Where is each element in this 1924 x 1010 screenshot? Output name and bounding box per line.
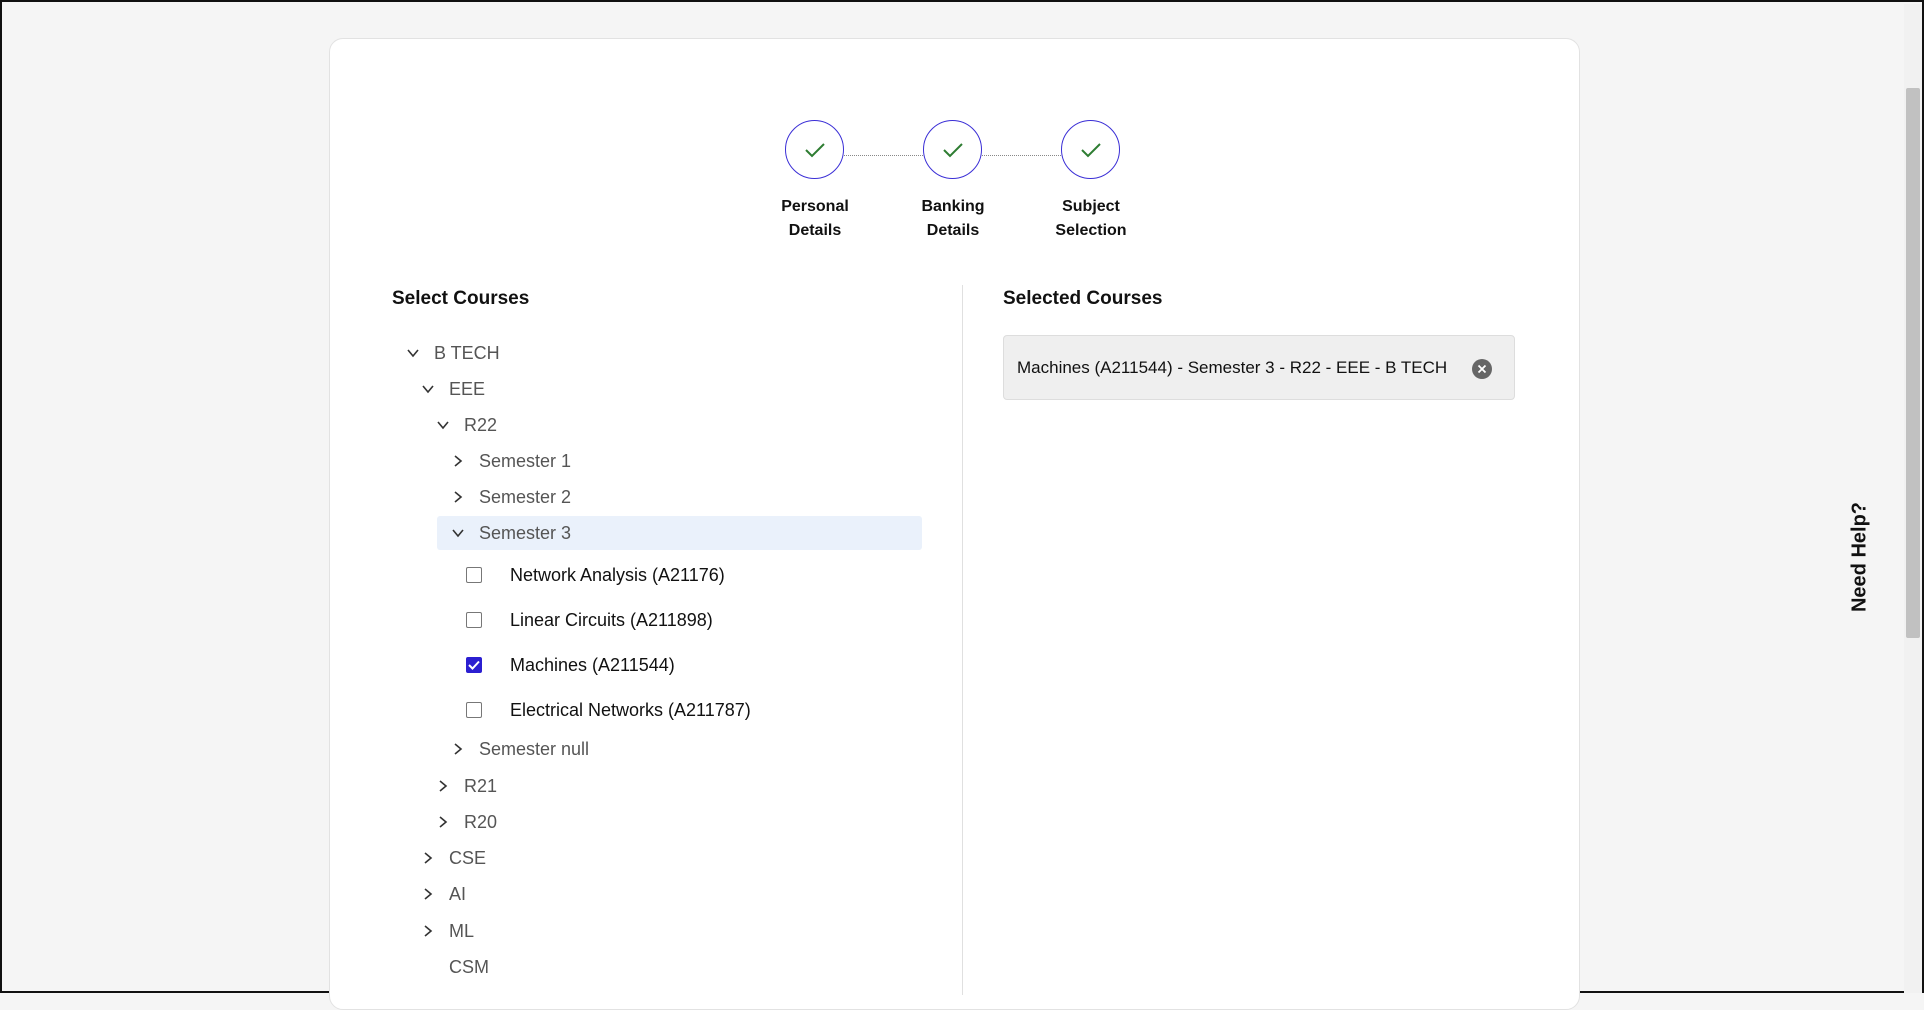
tree-node-label: EEE <box>449 378 486 399</box>
selected-course-chip: Machines (A211544) - Semester 3 - R22 - … <box>1003 335 1515 400</box>
tree-node-label: CSM <box>449 956 489 977</box>
chevron-right-icon[interactable] <box>420 923 436 939</box>
step-label-personal-details: Personal Details <box>781 198 849 239</box>
tree-node-label: CSE <box>449 847 487 868</box>
tree-node-label: R20 <box>464 811 498 832</box>
course-label: Linear Circuits (A211898) <box>510 609 713 630</box>
course-checkbox[interactable] <box>466 702 482 718</box>
check-icon <box>942 142 963 157</box>
tree-node-r22[interactable]: R22 <box>435 408 497 442</box>
chevron-right-icon[interactable] <box>450 741 466 757</box>
chevron-right-icon[interactable] <box>435 814 451 830</box>
course-label: Machines (A211544) <box>510 654 675 675</box>
tree-node-cse[interactable]: CSE <box>420 841 486 875</box>
tree-node-eee[interactable]: EEE <box>420 372 485 406</box>
course-row-network-analysis[interactable]: Network Analysis (A21176) <box>466 558 725 592</box>
tree-node-semester-2[interactable]: Semester 2 <box>450 480 571 514</box>
step-connector <box>982 155 1061 156</box>
tree-node-semester-null[interactable]: Semester null <box>450 732 589 766</box>
step-connector <box>844 155 923 156</box>
tree-node-label: ML <box>449 920 475 941</box>
tree-node-ai[interactable]: AI <box>420 877 466 911</box>
tree-node-semester-3[interactable]: Semester 3 <box>437 516 922 550</box>
step-banking-details-circle <box>923 120 982 179</box>
step-label-banking-details: Banking Details <box>921 198 985 239</box>
select-courses-title: Select Courses <box>392 288 530 309</box>
course-row-linear-circuits[interactable]: Linear Circuits (A211898) <box>466 603 713 637</box>
tree-node-csm[interactable]: CSM <box>449 950 489 984</box>
tree-node-label: Semester null <box>479 738 590 759</box>
tree-node-r20[interactable]: R20 <box>435 805 497 839</box>
check-icon <box>1080 142 1101 157</box>
chevron-down-icon[interactable] <box>435 417 451 433</box>
check-icon <box>804 142 825 157</box>
tree-node-btech[interactable]: B TECH <box>405 336 500 370</box>
course-checkbox[interactable] <box>466 612 482 628</box>
tree-node-label: R22 <box>464 414 498 435</box>
checkmark-icon <box>468 660 480 670</box>
step-subject-selection-circle <box>1061 120 1120 179</box>
selected-courses-title: Selected Courses <box>1003 288 1163 309</box>
course-checkbox[interactable] <box>466 567 482 583</box>
chevron-right-icon[interactable] <box>450 453 466 469</box>
course-checkbox-checked[interactable] <box>466 657 482 673</box>
step-label-subject-selection: Subject Selection <box>1055 198 1127 239</box>
course-row-machines[interactable]: Machines (A211544) <box>466 648 675 682</box>
tree-node-semester-1[interactable]: Semester 1 <box>450 444 571 478</box>
tree-node-label: Semester 1 <box>479 450 572 471</box>
chevron-down-icon[interactable] <box>420 381 436 397</box>
tree-node-ml[interactable]: ML <box>420 914 474 948</box>
tree-node-label: R21 <box>464 775 498 796</box>
need-help-tab[interactable]: Need Help? <box>1849 502 1872 612</box>
tree-node-label: Semester 3 <box>479 522 572 543</box>
step-personal-details-circle <box>785 120 844 179</box>
panel-divider <box>962 285 963 995</box>
chevron-down-icon[interactable] <box>405 345 421 361</box>
tree-node-label: Semester 2 <box>479 486 572 507</box>
selected-course-label: Machines (A211544) - Semester 3 - R22 - … <box>1017 357 1448 377</box>
course-row-electrical-networks[interactable]: Electrical Networks (A211787) <box>466 693 751 727</box>
chevron-right-icon[interactable] <box>420 850 436 866</box>
close-circle-icon[interactable] <box>1472 359 1492 379</box>
chevron-right-icon[interactable] <box>450 489 466 505</box>
tree-node-label: AI <box>449 883 467 904</box>
course-label: Network Analysis (A21176) <box>510 564 725 585</box>
tree-node-label: B TECH <box>434 342 500 363</box>
scrollbar-thumb[interactable] <box>1906 88 1920 638</box>
chevron-right-icon[interactable] <box>435 778 451 794</box>
chevron-right-icon[interactable] <box>420 886 436 902</box>
tree-node-r21[interactable]: R21 <box>435 769 497 803</box>
course-label: Electrical Networks (A211787) <box>510 699 751 720</box>
chevron-down-icon[interactable] <box>450 525 466 541</box>
